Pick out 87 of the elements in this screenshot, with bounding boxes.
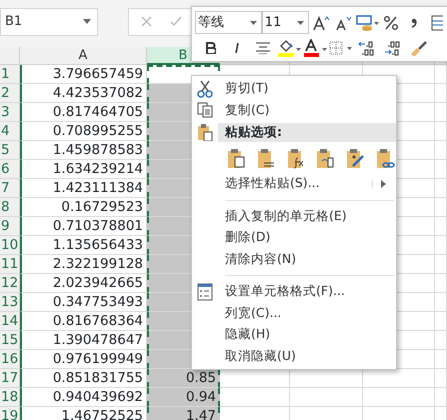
menu-item[interactable]: 取消隐藏(U) (192, 346, 396, 367)
table-cell (435, 331, 447, 350)
table-cell: 1.47 (147, 407, 220, 420)
increase-decimal-icon[interactable] (384, 40, 402, 56)
table-cell (435, 217, 447, 236)
menu-item[interactable]: 隐藏(H) (192, 324, 396, 346)
table-cell (435, 255, 447, 274)
table-cell (435, 103, 447, 122)
row-header[interactable]: 12 (0, 274, 20, 293)
row-header[interactable]: 16 (0, 350, 20, 369)
decrease-decimal-icon[interactable] (358, 40, 376, 56)
name-box[interactable]: B1 (0, 8, 98, 36)
table-cell: 0.94 (147, 388, 220, 407)
table-cell (435, 198, 447, 217)
table-cell (435, 160, 447, 179)
menu-item[interactable]: 清除内容(N) (192, 248, 396, 270)
table-cell (435, 388, 447, 407)
bold-icon[interactable] (206, 42, 216, 54)
row-header[interactable]: 19 (0, 407, 20, 420)
row-header[interactable]: 13 (0, 293, 20, 312)
paste-option-icon[interactable] (346, 148, 366, 168)
table-icon[interactable] (431, 14, 444, 30)
table-cell (435, 122, 447, 141)
row-header[interactable]: 17 (0, 369, 20, 388)
row-header[interactable]: 11 (0, 255, 20, 274)
menu-item[interactable]: 设置单元格格式(F)... (192, 281, 396, 302)
menu-heading: 粘贴选项: (218, 122, 396, 142)
menu-item[interactable]: 删除(D) (192, 227, 396, 248)
paste-option-icon[interactable] (286, 148, 306, 168)
table-cell (435, 274, 447, 293)
decrease-font-icon[interactable] (335, 14, 354, 30)
table-cell (363, 388, 435, 407)
table-cell (435, 84, 447, 103)
row-header[interactable]: 15 (0, 331, 20, 350)
percent-icon[interactable] (384, 16, 398, 30)
font-name-field[interactable]: 等线 (195, 11, 262, 34)
row-header[interactable]: 5 (0, 141, 20, 160)
italic-icon[interactable] (233, 42, 241, 54)
increase-font-icon[interactable] (312, 14, 330, 30)
copy-icon (197, 102, 213, 118)
scissors-icon (197, 80, 213, 98)
table-cell (435, 65, 447, 84)
check-icon[interactable] (170, 16, 182, 27)
table-cell (435, 293, 447, 312)
table-cell (435, 236, 447, 255)
table-cell (435, 141, 447, 160)
table-cell (220, 388, 290, 407)
dropdown-caret-icon (83, 19, 91, 24)
row-header[interactable]: 14 (0, 312, 20, 331)
paste-option-icon[interactable] (376, 148, 395, 168)
menu-item[interactable]: 选择性粘贴(S)... (192, 173, 396, 194)
paste-option-icon[interactable] (257, 148, 276, 168)
borders-icon[interactable] (329, 40, 353, 54)
menu-item[interactable]: 列宽(C)... (192, 302, 396, 324)
paste-option-icon[interactable] (316, 148, 336, 168)
table-cell (435, 179, 447, 198)
column-header[interactable]: A (20, 47, 147, 65)
format-cells-icon (197, 282, 213, 301)
currency-format-icon[interactable] (356, 14, 380, 30)
paste-icon (197, 123, 213, 141)
table-cell: 0.85 (147, 369, 220, 388)
font-color-icon[interactable] (303, 38, 327, 56)
format-painter-icon[interactable] (410, 40, 428, 56)
row-header[interactable]: 4 (0, 122, 20, 141)
menu-item[interactable]: 插入复制的单元格(E) (192, 206, 396, 227)
menu-item[interactable]: 剪切(T) (192, 78, 396, 100)
row-header[interactable]: 9 (0, 217, 20, 236)
menu-item[interactable]: 复制(C) (192, 100, 396, 121)
table-cell (435, 350, 447, 369)
comma-style-icon[interactable] (411, 18, 418, 28)
font-size-field[interactable]: 11 (262, 11, 310, 34)
align-center-icon[interactable] (256, 42, 270, 54)
row-header[interactable]: 8 (0, 198, 20, 217)
dropdown-caret-icon (250, 20, 257, 24)
row-header[interactable]: 18 (0, 388, 20, 407)
row-header[interactable]: 6 (0, 160, 20, 179)
row-header[interactable]: 2 (0, 84, 20, 103)
row-header[interactable]: 1 (0, 65, 20, 84)
row-header[interactable]: 10 (0, 236, 20, 255)
submenu-arrow-icon (381, 180, 386, 188)
paste-option-icon[interactable] (227, 148, 246, 168)
table-cell (435, 369, 447, 388)
dropdown-caret-icon (297, 20, 304, 24)
row-header[interactable]: 3 (0, 103, 20, 122)
fill-color-icon[interactable] (277, 38, 301, 56)
table-cell (435, 312, 447, 331)
row-header[interactable]: 7 (0, 179, 20, 198)
